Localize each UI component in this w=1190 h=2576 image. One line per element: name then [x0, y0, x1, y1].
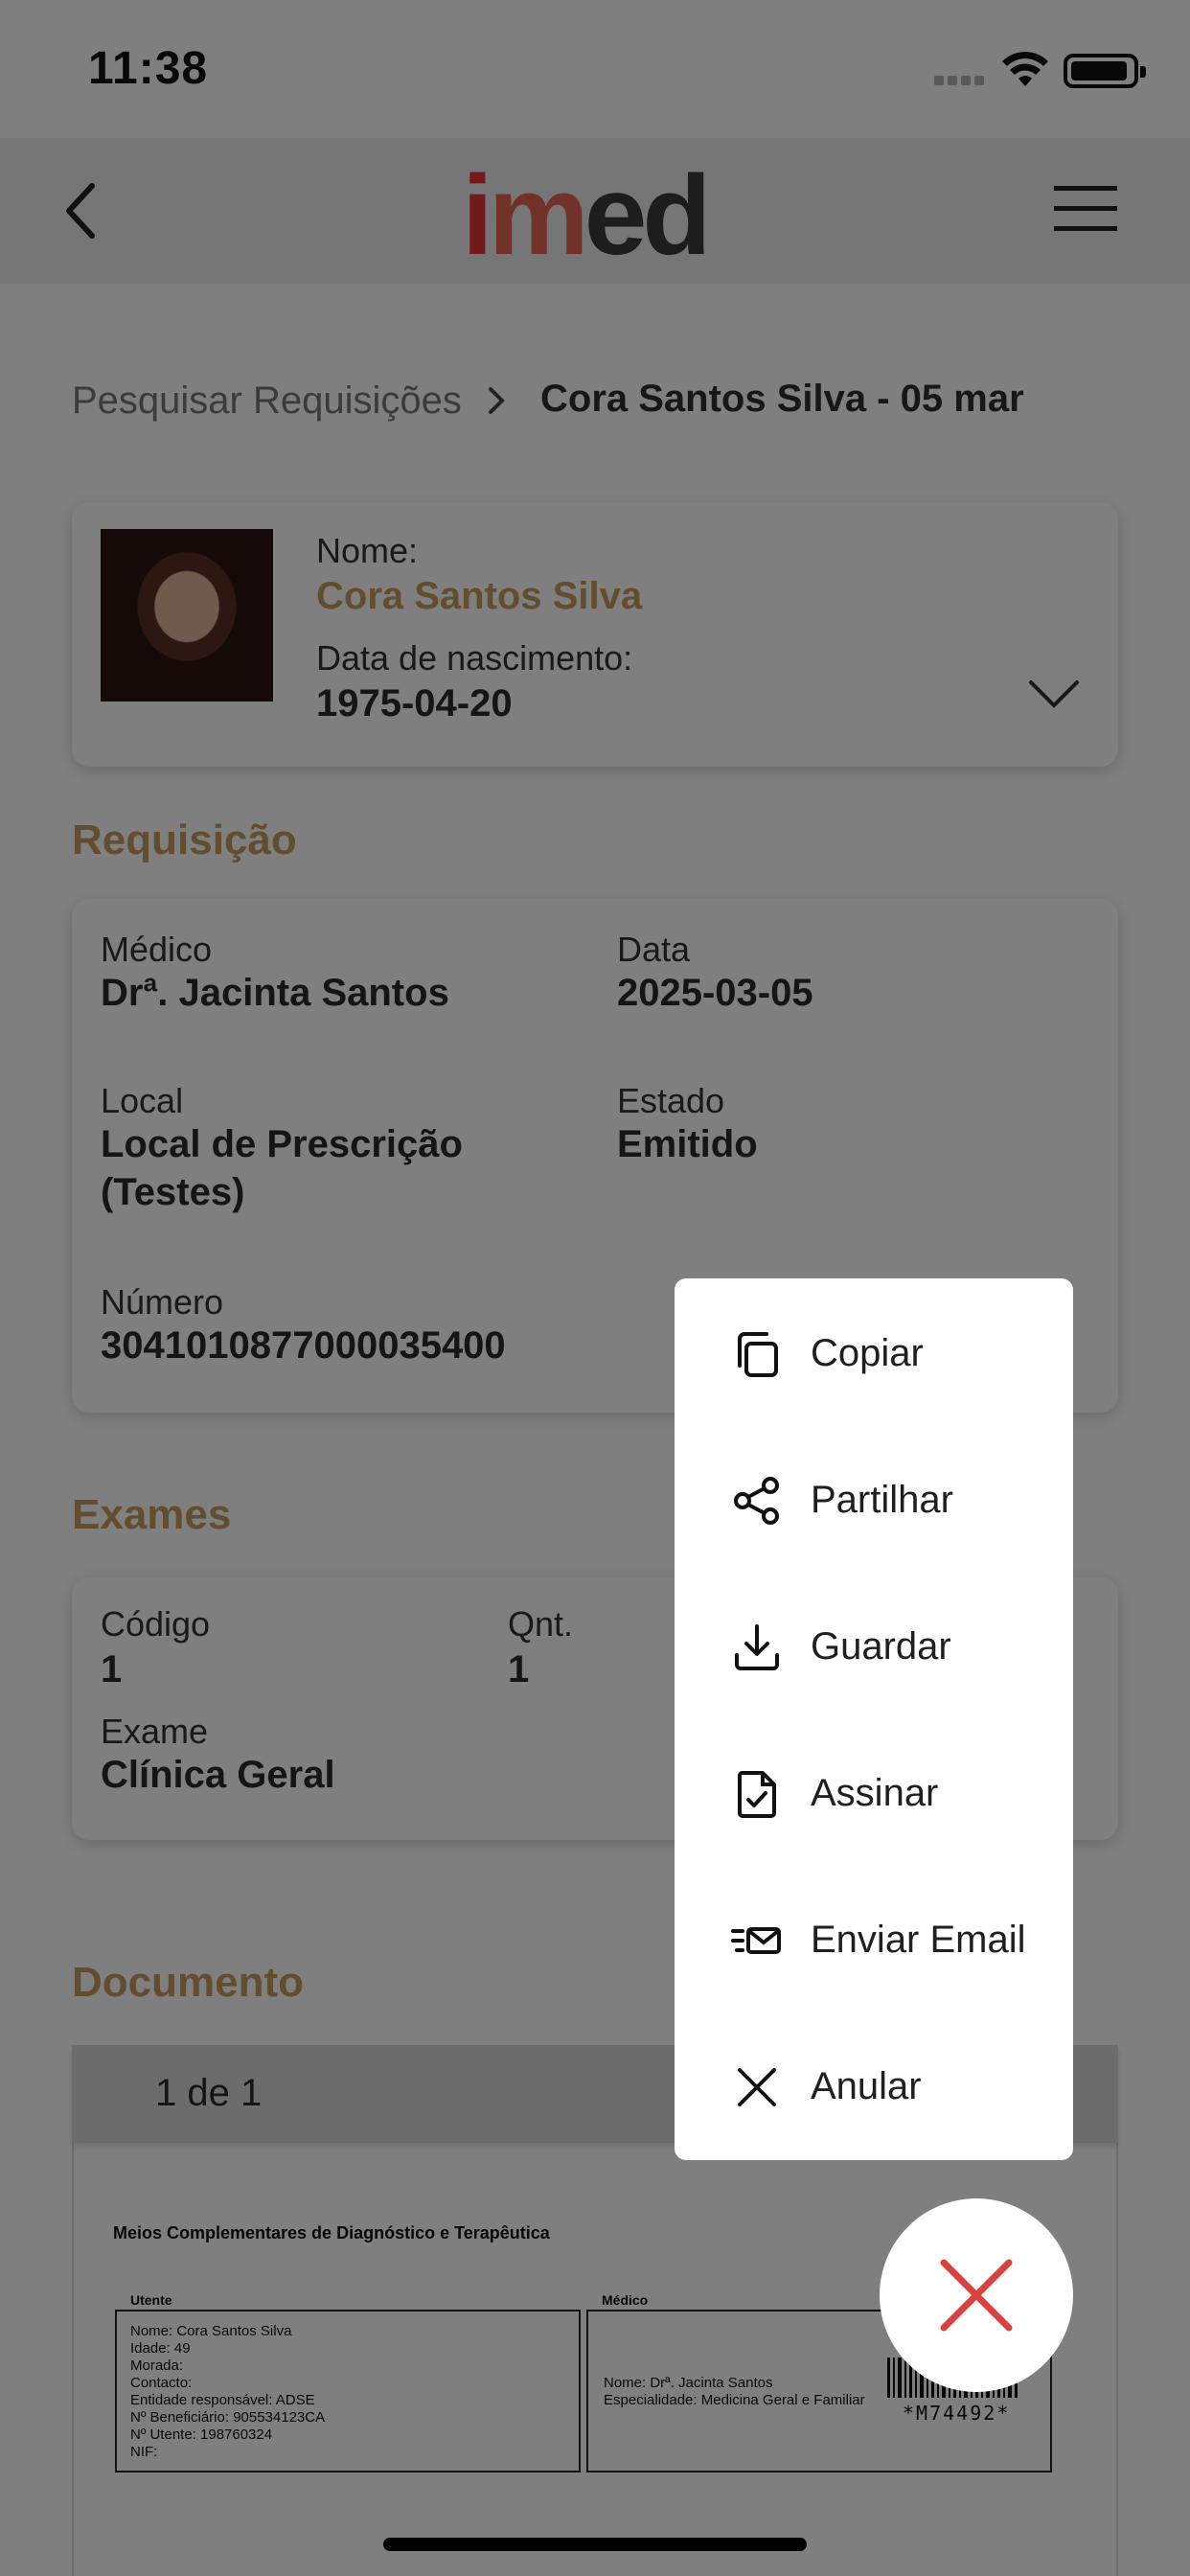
- close-menu-button[interactable]: [880, 2198, 1073, 2392]
- sign-document-icon: [738, 1770, 776, 1818]
- menu-item-send-email[interactable]: Enviar Email: [675, 1867, 1073, 2013]
- menu-item-share-label: Partilhar: [811, 1479, 953, 1521]
- send-email-icon: [731, 1926, 781, 1954]
- menu-item-share[interactable]: Partilhar: [675, 1427, 1073, 1574]
- menu-item-send-email-label: Enviar Email: [811, 1919, 1026, 1961]
- close-icon: [738, 2067, 776, 2106]
- menu-item-sign[interactable]: Assinar: [675, 1720, 1073, 1867]
- menu-item-sign-label: Assinar: [811, 1772, 939, 1814]
- menu-item-copy[interactable]: Copiar: [675, 1280, 1073, 1427]
- menu-item-save-label: Guardar: [811, 1625, 951, 1668]
- menu-item-save[interactable]: Guardar: [675, 1574, 1073, 1720]
- copy-icon: [738, 1331, 778, 1377]
- download-icon: [735, 1623, 779, 1670]
- menu-item-cancel[interactable]: Anular: [675, 2013, 1073, 2160]
- menu-item-copy-label: Copiar: [811, 1332, 924, 1374]
- share-icon: [734, 1476, 779, 1525]
- menu-item-cancel-label: Anular: [811, 2065, 922, 2107]
- home-indicator: [383, 2538, 807, 2551]
- close-icon: [940, 2259, 1013, 2332]
